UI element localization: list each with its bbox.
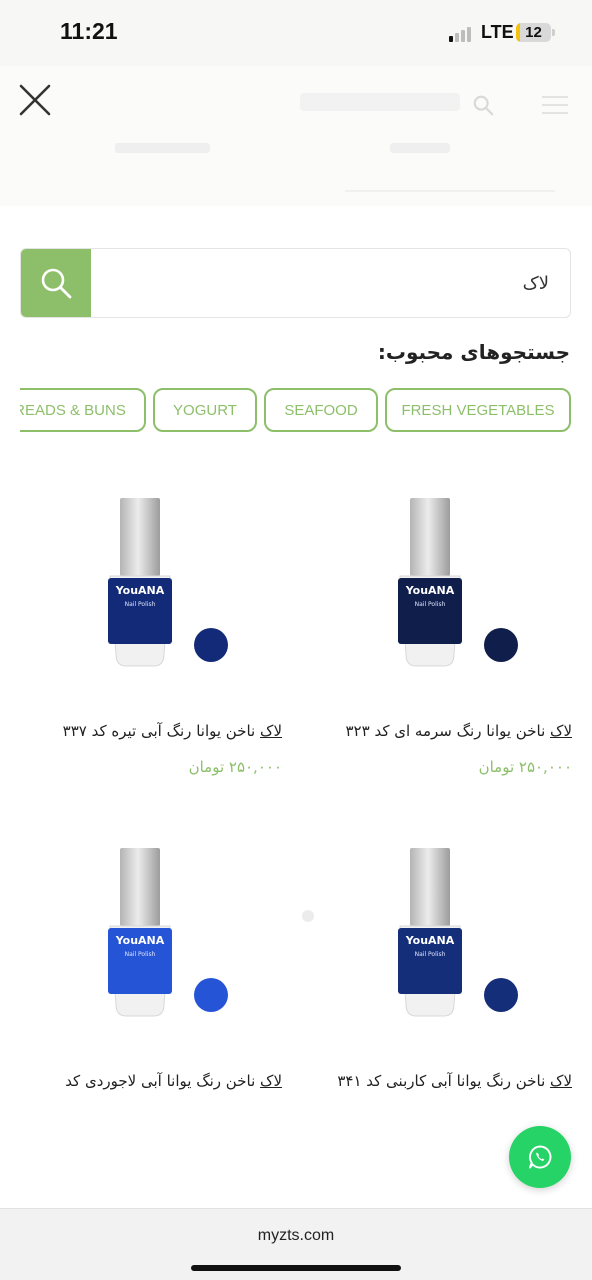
tag-yogurt[interactable]: YOGURT: [153, 388, 257, 432]
product-image[interactable]: YouANA Nail Polish: [310, 458, 572, 708]
product-title-text: ناخن رنگ یوانا آبی لاجوردی کد: [65, 1072, 261, 1090]
battery-icon: 12: [516, 23, 551, 42]
search-form: [20, 248, 571, 318]
background-search-placeholder: [300, 93, 460, 111]
color-swatch: [194, 978, 228, 1012]
product-subtitle-text: Nail Polish: [415, 951, 446, 958]
search-keyword-highlight: لاک: [260, 1072, 282, 1090]
search-icon: [473, 95, 494, 116]
product-card[interactable]: YouANA Nail Polish لاک ناخن رنگ یوانا آب…: [310, 808, 572, 1090]
search-button[interactable]: [21, 249, 91, 317]
product-card[interactable]: YouANA Nail Polish لاک ناخن یوانا رنگ آب…: [20, 458, 282, 776]
status-time: 11:21: [60, 18, 118, 44]
nail-polish-bottle-image: YouANA Nail Polish: [398, 498, 462, 667]
signal-icon: [449, 26, 477, 42]
color-swatch: [194, 628, 228, 662]
browser-bottom-bar: myzts.com: [0, 1208, 592, 1280]
tag-seafood[interactable]: SEAFOOD: [264, 388, 378, 432]
background-decoration: [302, 910, 314, 922]
product-title[interactable]: لاک ناخن یوانا رنگ سرمه ای کد ۳۲۳: [310, 722, 573, 740]
search-keyword-highlight: لاک: [550, 722, 572, 740]
product-image[interactable]: YouANA Nail Polish: [20, 808, 282, 1058]
color-swatch: [484, 628, 518, 662]
brand-logo-text: YouANA: [405, 934, 455, 947]
search-input[interactable]: [101, 249, 557, 317]
product-image[interactable]: YouANA Nail Polish: [20, 458, 282, 708]
product-title[interactable]: لاک ناخن رنگ یوانا آبی لاجوردی کد: [20, 1072, 282, 1090]
color-swatch: [484, 978, 518, 1012]
search-icon: [41, 268, 72, 299]
browser-url[interactable]: myzts.com: [0, 1227, 592, 1245]
product-title-text: ناخن یوانا رنگ آبی تیره کد ۳۳۷: [62, 722, 261, 740]
product-title[interactable]: لاک ناخن یوانا رنگ آبی تیره کد ۳۳۷: [20, 722, 282, 740]
product-subtitle-text: Nail Polish: [125, 951, 156, 958]
product-subtitle-text: Nail Polish: [415, 601, 446, 608]
hamburger-menu-icon: [542, 96, 568, 114]
whatsapp-icon: [528, 1145, 552, 1169]
search-keyword-highlight: لاک: [260, 722, 282, 740]
home-indicator[interactable]: [191, 1265, 401, 1271]
whatsapp-button[interactable]: [509, 1126, 571, 1188]
background-nav-link: [390, 143, 450, 153]
close-icon: [19, 84, 51, 116]
product-card[interactable]: YouANA Nail Polish لاک ناخن رنگ یوانا آب…: [20, 808, 282, 1090]
background-divider: [345, 190, 555, 192]
status-bar: 11:21 LTE 12: [0, 0, 592, 66]
popular-searches-title: جستجوهای محبوب:: [377, 340, 570, 364]
product-title-text: ناخن رنگ یوانا آبی کاربنی کد ۳۴۱: [337, 1072, 551, 1090]
close-button[interactable]: [17, 82, 53, 118]
tag-fresh-vegetables[interactable]: FRESH VEGETABLES: [385, 388, 571, 432]
brand-logo-text: YouANA: [405, 584, 455, 597]
battery-level: 12: [525, 24, 542, 41]
tag-breads-buns[interactable]: BREADS & BUNS: [20, 388, 146, 432]
battery-cap: [552, 29, 555, 36]
product-image[interactable]: YouANA Nail Polish: [310, 808, 572, 1058]
product-title[interactable]: لاک ناخن رنگ یوانا آبی کاربنی کد ۳۴۱: [310, 1072, 572, 1090]
network-type: LTE: [481, 22, 514, 42]
popular-tags: FRESH VEGETABLES SEAFOOD YOGURT BREADS &…: [20, 388, 572, 434]
brand-logo-text: YouANA: [115, 584, 165, 597]
background-nav-link: [115, 143, 210, 153]
brand-logo-text: YouANA: [115, 934, 165, 947]
product-subtitle-text: Nail Polish: [125, 601, 156, 608]
nail-polish-bottle-image: YouANA Nail Polish: [108, 848, 172, 1017]
product-title-text: ناخن یوانا رنگ سرمه ای کد ۳۲۳: [345, 722, 551, 740]
product-card[interactable]: YouANA Nail Polish لاک ناخن یوانا رنگ سر…: [310, 458, 572, 776]
search-keyword-highlight: لاک: [550, 1072, 572, 1090]
nail-polish-bottle-image: YouANA Nail Polish: [398, 848, 462, 1017]
product-price: ۲۵۰,۰۰۰ تومان: [188, 758, 282, 776]
product-price: ۲۵۰,۰۰۰ تومان: [478, 758, 572, 776]
nail-polish-bottle-image: YouANA Nail Polish: [108, 498, 172, 667]
background-site-header: [0, 66, 592, 206]
